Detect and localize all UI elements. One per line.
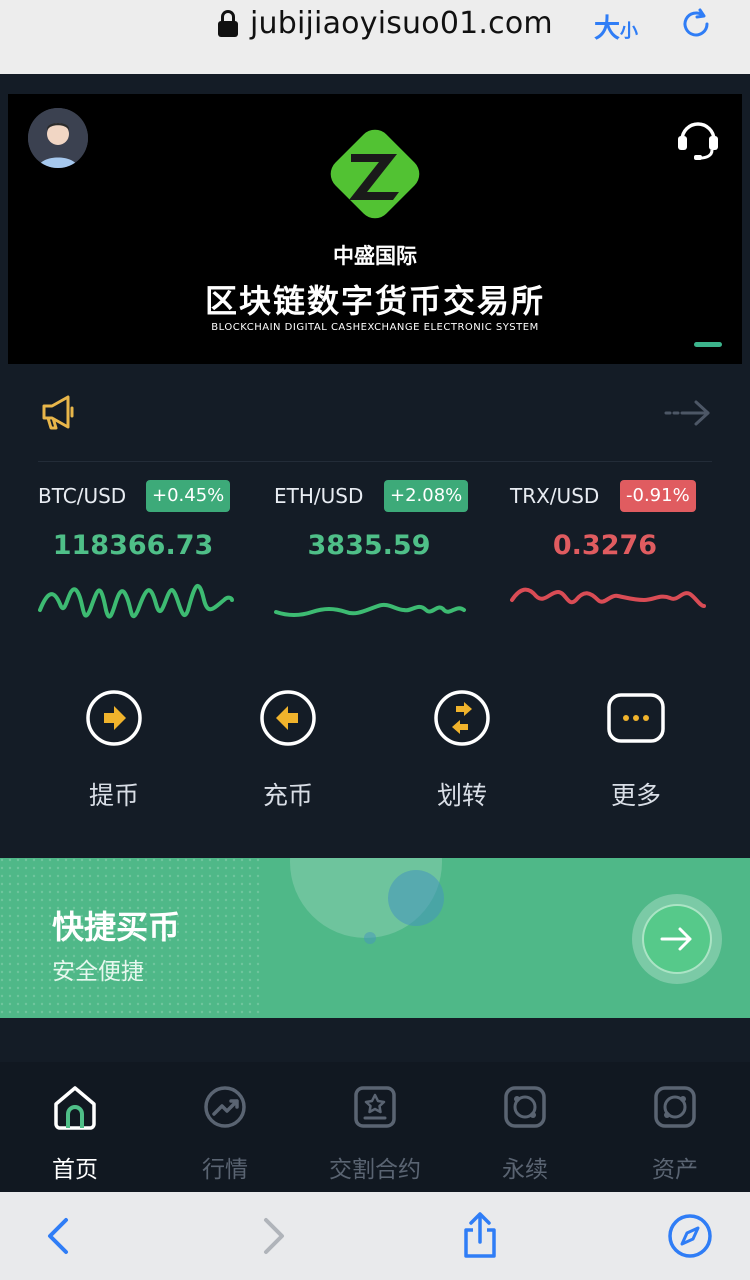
ticker-pair: TRX/USD	[510, 484, 600, 508]
announcement-bar[interactable]	[38, 392, 712, 462]
more-button[interactable]: 更多	[576, 686, 696, 816]
exchange-logo	[330, 129, 420, 219]
sparkline-chart	[38, 584, 234, 619]
delivery-contract-icon	[354, 1086, 396, 1128]
withdraw-button[interactable]: 提币	[54, 686, 174, 816]
action-label: 更多	[610, 781, 661, 810]
carousel-indicator[interactable]	[694, 342, 722, 347]
exchange-app: 中盛国际 区块链数字货币交易所 BLOCKCHAIN DIGITAL CASHE…	[0, 74, 750, 1192]
tab-label: 行情	[202, 1157, 248, 1183]
reload-icon[interactable]	[678, 6, 714, 42]
change-badge: +2.08%	[384, 480, 469, 512]
tab-assets[interactable]: 资产	[600, 1062, 750, 1192]
deposit-button[interactable]: 充币	[228, 686, 348, 816]
sparkline-chart	[274, 602, 466, 617]
ticker-price: 3835.59	[307, 530, 431, 561]
brand-name: 中盛国际	[333, 244, 417, 268]
tab-perpetual[interactable]: 永续	[450, 1062, 600, 1192]
url-text: jubijiaoyisuo01.com	[250, 6, 553, 41]
browser-toolbar	[0, 1192, 750, 1280]
sparkline-chart	[510, 587, 706, 608]
lock-icon	[218, 9, 238, 38]
market-tickers: BTC/USD +0.45% 118366.73 ETH/USD +2.08% …	[0, 474, 750, 644]
transfer-icon	[434, 690, 490, 746]
deposit-icon	[260, 690, 316, 746]
promo-title: 快捷买币	[52, 908, 181, 946]
banner-headline: 区块链数字货币交易所	[204, 282, 545, 320]
transfer-button[interactable]: 划转	[402, 686, 522, 816]
quick-buy-go-button[interactable]	[632, 894, 722, 984]
home-icon	[54, 1086, 96, 1130]
browser-address-bar[interactable]: jubijiaoyisuo01.com 大小	[0, 0, 750, 74]
tab-label: 资产	[652, 1157, 698, 1183]
more-icon	[607, 693, 665, 743]
arrow-right-icon	[660, 927, 692, 951]
tab-label: 交割合约	[329, 1157, 421, 1183]
ticker-btc[interactable]: BTC/USD +0.45% 118366.73	[38, 474, 238, 644]
hero-banner[interactable]: 中盛国际 区块链数字货币交易所 BLOCKCHAIN DIGITAL CASHE…	[8, 94, 742, 364]
bottom-tab-bar: 首页 行情 交割合约 永续 资产	[0, 1062, 750, 1192]
forward-icon[interactable]	[250, 1212, 298, 1260]
banner-tagline: BLOCKCHAIN DIGITAL CASHEXCHANGE ELECTRON…	[211, 322, 539, 333]
action-label: 提币	[88, 781, 139, 810]
change-badge: +0.45%	[146, 480, 231, 512]
market-icon	[204, 1086, 246, 1128]
text-size-button[interactable]: 大小	[594, 8, 638, 45]
ticker-eth[interactable]: ETH/USD +2.08% 3835.59	[274, 474, 474, 644]
compass-icon[interactable]	[666, 1212, 714, 1260]
perpetual-icon	[504, 1086, 546, 1128]
withdraw-icon	[86, 690, 142, 746]
user-avatar[interactable]	[28, 108, 88, 168]
action-label: 充币	[262, 781, 313, 810]
change-badge: -0.91%	[620, 480, 696, 512]
quick-buy-banner[interactable]: 快捷买币 安全便捷	[0, 858, 750, 1018]
arrow-right-icon[interactable]	[664, 398, 712, 428]
tab-delivery-contract[interactable]: 交割合约	[300, 1062, 450, 1192]
share-icon[interactable]	[456, 1212, 504, 1260]
tab-market[interactable]: 行情	[150, 1062, 300, 1192]
ticker-trx[interactable]: TRX/USD -0.91% 0.3276	[510, 474, 710, 644]
assets-icon	[654, 1086, 696, 1128]
ticker-pair: BTC/USD	[38, 484, 127, 508]
tab-home[interactable]: 首页	[0, 1062, 150, 1192]
customer-service-icon[interactable]	[672, 112, 724, 164]
url-display[interactable]: jubijiaoyisuo01.com	[218, 6, 553, 41]
action-label: 划转	[436, 781, 487, 810]
person-icon	[28, 108, 88, 168]
back-icon[interactable]	[36, 1212, 84, 1260]
ticker-pair: ETH/USD	[274, 484, 364, 508]
tab-label: 永续	[502, 1157, 548, 1183]
ticker-price: 0.3276	[552, 530, 658, 561]
megaphone-icon	[42, 395, 74, 430]
quick-actions: 提币 充币 划转 更多	[0, 686, 750, 816]
ticker-price: 118366.73	[52, 530, 214, 561]
promo-subtitle: 安全便捷	[52, 959, 144, 985]
tab-label: 首页	[52, 1157, 98, 1183]
